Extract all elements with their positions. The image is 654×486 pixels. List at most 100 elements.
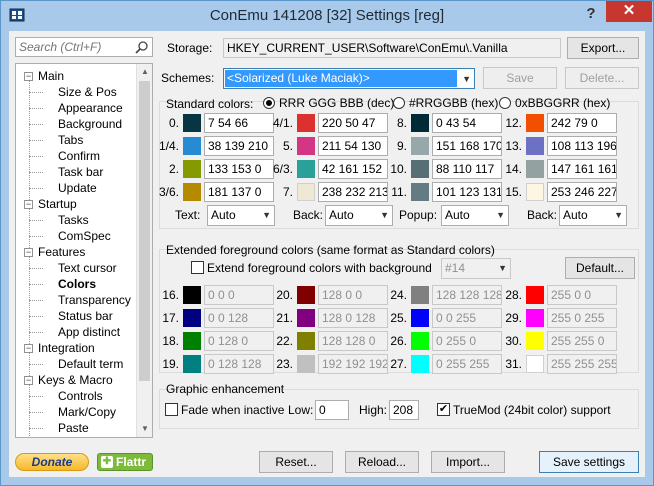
- scroll-thumb[interactable]: [139, 81, 150, 381]
- tree-item[interactable]: Transparency: [58, 292, 131, 308]
- color-value-input[interactable]: 151 168 170: [432, 136, 502, 156]
- schemes-combo[interactable]: <Solarized (Luke Maciak)> ▼: [223, 68, 475, 89]
- tree-item[interactable]: Integration: [38, 340, 95, 356]
- color-swatch[interactable]: [297, 332, 315, 350]
- color-swatch[interactable]: [297, 355, 315, 373]
- color-value-input[interactable]: 253 246 227: [547, 182, 617, 202]
- tree-item[interactable]: Confirm: [58, 148, 100, 164]
- color-value-input[interactable]: 133 153 0: [204, 159, 274, 179]
- color-swatch[interactable]: [183, 309, 201, 327]
- color-value-input[interactable]: 0 0 0: [204, 285, 274, 305]
- color-swatch[interactable]: [183, 114, 201, 132]
- tree-expander-icon[interactable]: −: [24, 248, 33, 257]
- color-swatch[interactable]: [183, 160, 201, 178]
- color-swatch[interactable]: [411, 183, 429, 201]
- high-input[interactable]: 208: [389, 400, 419, 420]
- color-swatch[interactable]: [411, 137, 429, 155]
- scroll-down-icon[interactable]: ▼: [137, 421, 152, 437]
- selector-combo[interactable]: Auto ▼: [207, 205, 275, 226]
- color-swatch[interactable]: [526, 137, 544, 155]
- color-value-input[interactable]: 0 0 128: [204, 308, 274, 328]
- color-swatch[interactable]: [526, 355, 544, 373]
- color-swatch[interactable]: [411, 160, 429, 178]
- donate-button[interactable]: Donate: [15, 453, 89, 471]
- color-value-input[interactable]: 147 161 161: [547, 159, 617, 179]
- color-swatch[interactable]: [297, 309, 315, 327]
- color-swatch[interactable]: [526, 286, 544, 304]
- format-dec-radio[interactable]: [263, 97, 275, 109]
- color-swatch[interactable]: [526, 309, 544, 327]
- color-value-input[interactable]: 220 50 47: [318, 113, 388, 133]
- fade-inactive-checkbox[interactable]: [165, 403, 178, 416]
- color-swatch[interactable]: [526, 332, 544, 350]
- color-value-input[interactable]: 238 232 213: [318, 182, 388, 202]
- tree-item[interactable]: Tasks: [58, 212, 89, 228]
- format-rgb-hex-radio[interactable]: [393, 97, 405, 109]
- help-button[interactable]: ?: [581, 4, 601, 24]
- tree-scrollbar[interactable]: ▲ ▼: [136, 64, 152, 437]
- format-bgr-hex-radio[interactable]: [499, 97, 511, 109]
- flattr-button[interactable]: ✚ Flattr: [97, 453, 153, 471]
- color-swatch[interactable]: [411, 286, 429, 304]
- tree-expander-icon[interactable]: −: [24, 200, 33, 209]
- color-swatch[interactable]: [411, 355, 429, 373]
- tree-item[interactable]: Appearance: [58, 100, 123, 116]
- color-value-input[interactable]: 0 128 128: [204, 354, 274, 374]
- save-scheme-button[interactable]: Save: [483, 67, 557, 89]
- color-value-input[interactable]: 255 0 255: [547, 308, 617, 328]
- search-input[interactable]: [16, 38, 129, 56]
- color-value-input[interactable]: 0 255 255: [432, 354, 502, 374]
- color-value-input[interactable]: 0 255 0: [432, 331, 502, 351]
- color-swatch[interactable]: [183, 137, 201, 155]
- color-value-input[interactable]: 255 255 0: [547, 331, 617, 351]
- tree-item[interactable]: Paste: [58, 420, 89, 436]
- tree-item[interactable]: Controls: [58, 388, 103, 404]
- tree-item[interactable]: Update: [58, 180, 97, 196]
- tree-item[interactable]: ComSpec: [58, 228, 111, 244]
- scroll-up-icon[interactable]: ▲: [137, 64, 152, 80]
- color-value-input[interactable]: 128 128 0: [318, 331, 388, 351]
- color-value-input[interactable]: 38 139 210: [204, 136, 274, 156]
- color-swatch[interactable]: [183, 286, 201, 304]
- color-swatch[interactable]: [411, 309, 429, 327]
- color-swatch[interactable]: [526, 114, 544, 132]
- tree-expander-icon[interactable]: −: [24, 72, 33, 81]
- close-button[interactable]: ✕: [606, 1, 652, 22]
- color-swatch[interactable]: [411, 114, 429, 132]
- color-swatch[interactable]: [411, 332, 429, 350]
- color-value-input[interactable]: 7 54 66: [204, 113, 274, 133]
- tree-item[interactable]: Colors: [58, 276, 96, 292]
- tree-item[interactable]: Background: [58, 116, 122, 132]
- color-swatch[interactable]: [183, 355, 201, 373]
- color-value-input[interactable]: 88 110 117: [432, 159, 502, 179]
- reset-button[interactable]: Reset...: [259, 451, 333, 473]
- low-input[interactable]: 0: [315, 400, 349, 420]
- color-swatch[interactable]: [297, 160, 315, 178]
- color-swatch[interactable]: [297, 114, 315, 132]
- color-swatch[interactable]: [183, 183, 201, 201]
- color-value-input[interactable]: 242 79 0: [547, 113, 617, 133]
- export-button[interactable]: Export...: [567, 37, 639, 59]
- tree-item[interactable]: Main: [38, 68, 64, 84]
- delete-scheme-button[interactable]: Delete...: [565, 67, 639, 89]
- color-value-input[interactable]: 128 128 128: [432, 285, 502, 305]
- extend-index-combo[interactable]: #14 ▼: [441, 258, 511, 279]
- tree-item[interactable]: App distinct: [58, 324, 120, 340]
- title-bar[interactable]: ConEmu 141208 [32] Settings [reg] ? ✕: [1, 1, 653, 31]
- color-value-input[interactable]: 0 0 255: [432, 308, 502, 328]
- save-settings-button[interactable]: Save settings: [539, 451, 639, 473]
- color-swatch[interactable]: [297, 286, 315, 304]
- color-value-input[interactable]: 192 192 192: [318, 354, 388, 374]
- tree-expander-icon[interactable]: −: [24, 344, 33, 353]
- tree-item[interactable]: Highlight: [58, 436, 105, 437]
- color-value-input[interactable]: 108 113 196: [547, 136, 617, 156]
- color-value-input[interactable]: 0 128 0: [204, 331, 274, 351]
- chevron-down-icon[interactable]: ▼: [462, 70, 471, 89]
- extend-fg-checkbox[interactable]: [191, 261, 204, 274]
- color-swatch[interactable]: [183, 332, 201, 350]
- selector-combo[interactable]: Auto ▼: [441, 205, 509, 226]
- color-value-input[interactable]: 101 123 131: [432, 182, 502, 202]
- tree-item[interactable]: Text cursor: [58, 260, 117, 276]
- tree-item[interactable]: Startup: [38, 196, 77, 212]
- color-swatch[interactable]: [526, 160, 544, 178]
